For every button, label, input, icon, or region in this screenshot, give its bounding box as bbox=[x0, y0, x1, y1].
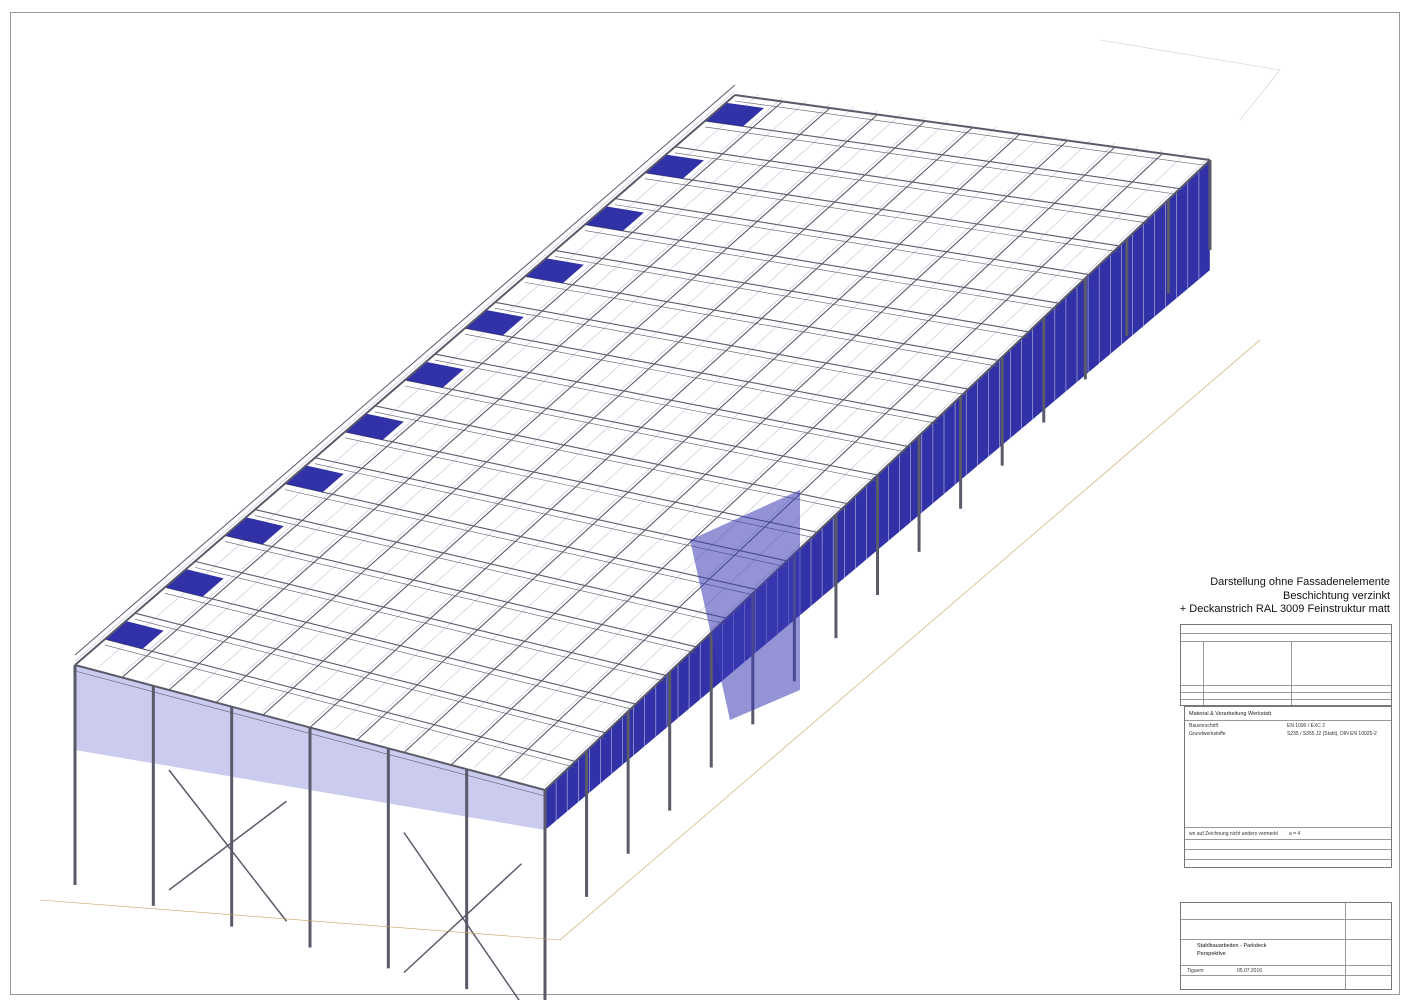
note-topcoat: + Deckanstrich RAL 3009 Feinstruktur mat… bbox=[1179, 603, 1390, 615]
ghost-outline bbox=[1099, 39, 1281, 71]
x-brace bbox=[403, 863, 523, 974]
material-row-label: Bauvorschrift bbox=[1189, 723, 1219, 729]
view-title: Perspektive bbox=[1197, 951, 1226, 957]
purlin bbox=[239, 113, 902, 705]
project-title: Stahlbauarbeiten - Parkdeck bbox=[1197, 943, 1267, 949]
purlin bbox=[474, 146, 1139, 768]
ghost-outline bbox=[1239, 69, 1281, 121]
weld-note: wo auf Zeichnung nicht anders vermerkt bbox=[1189, 831, 1278, 837]
cross-beam bbox=[704, 126, 1180, 195]
purlin bbox=[262, 116, 926, 712]
edge-rail bbox=[734, 94, 1211, 161]
material-heading: Material & Verarbeitung Werkstatt bbox=[1189, 711, 1272, 717]
dimension-line bbox=[39, 899, 561, 941]
x-brace bbox=[403, 832, 520, 1000]
drawn-by: Tiguem bbox=[1187, 968, 1204, 974]
material-row-value: EN 1090 / EXC 2 bbox=[1287, 723, 1326, 729]
cross-beam bbox=[554, 256, 1029, 339]
purlin bbox=[521, 152, 1187, 780]
x-brace bbox=[168, 800, 287, 891]
bracing-panel bbox=[345, 413, 404, 440]
bracing-panel bbox=[645, 154, 704, 179]
drawing-sheet: Darstellung ohne Fassadenelemente Beschi… bbox=[0, 0, 1408, 1000]
drawing-notes: Darstellung ohne Fassadenelemente Beschi… bbox=[1180, 576, 1390, 617]
drawing-date: 05.07.2016 bbox=[1237, 968, 1263, 974]
purlin bbox=[497, 149, 1163, 774]
material-row-value: S235 / S355 J2 (Stahl), DIN EN 10025-2 bbox=[1287, 731, 1377, 737]
title-block: Stahlbauarbeiten - Parkdeck Perspektive … bbox=[1180, 902, 1392, 990]
bracing-panel bbox=[405, 361, 464, 388]
cross-beam bbox=[734, 100, 1211, 167]
bracing-panel bbox=[585, 206, 644, 231]
cross-beam bbox=[524, 282, 999, 367]
weld-note-value: a = 4 bbox=[1289, 831, 1301, 837]
cross-beam bbox=[584, 230, 1059, 310]
purlin bbox=[74, 90, 736, 662]
purlin bbox=[544, 155, 1211, 787]
material-block: Material & Verarbeitung Werkstatt Bauvor… bbox=[1184, 706, 1392, 868]
material-row-label: Grundwerkstoffe bbox=[1189, 731, 1226, 737]
longitudinal-beam bbox=[497, 153, 1163, 778]
bracing-panel bbox=[465, 310, 524, 336]
note-coating: Beschichtung verzinkt bbox=[1283, 589, 1390, 602]
revision-table bbox=[1180, 624, 1392, 706]
cross-beam bbox=[224, 541, 697, 654]
cross-beam bbox=[494, 307, 969, 396]
bracing-panel bbox=[285, 465, 344, 493]
bracing-panel bbox=[525, 258, 584, 284]
edge-rail bbox=[74, 84, 736, 656]
note-no-facade: Darstellung ohne Fassadenelemente bbox=[1210, 576, 1390, 588]
